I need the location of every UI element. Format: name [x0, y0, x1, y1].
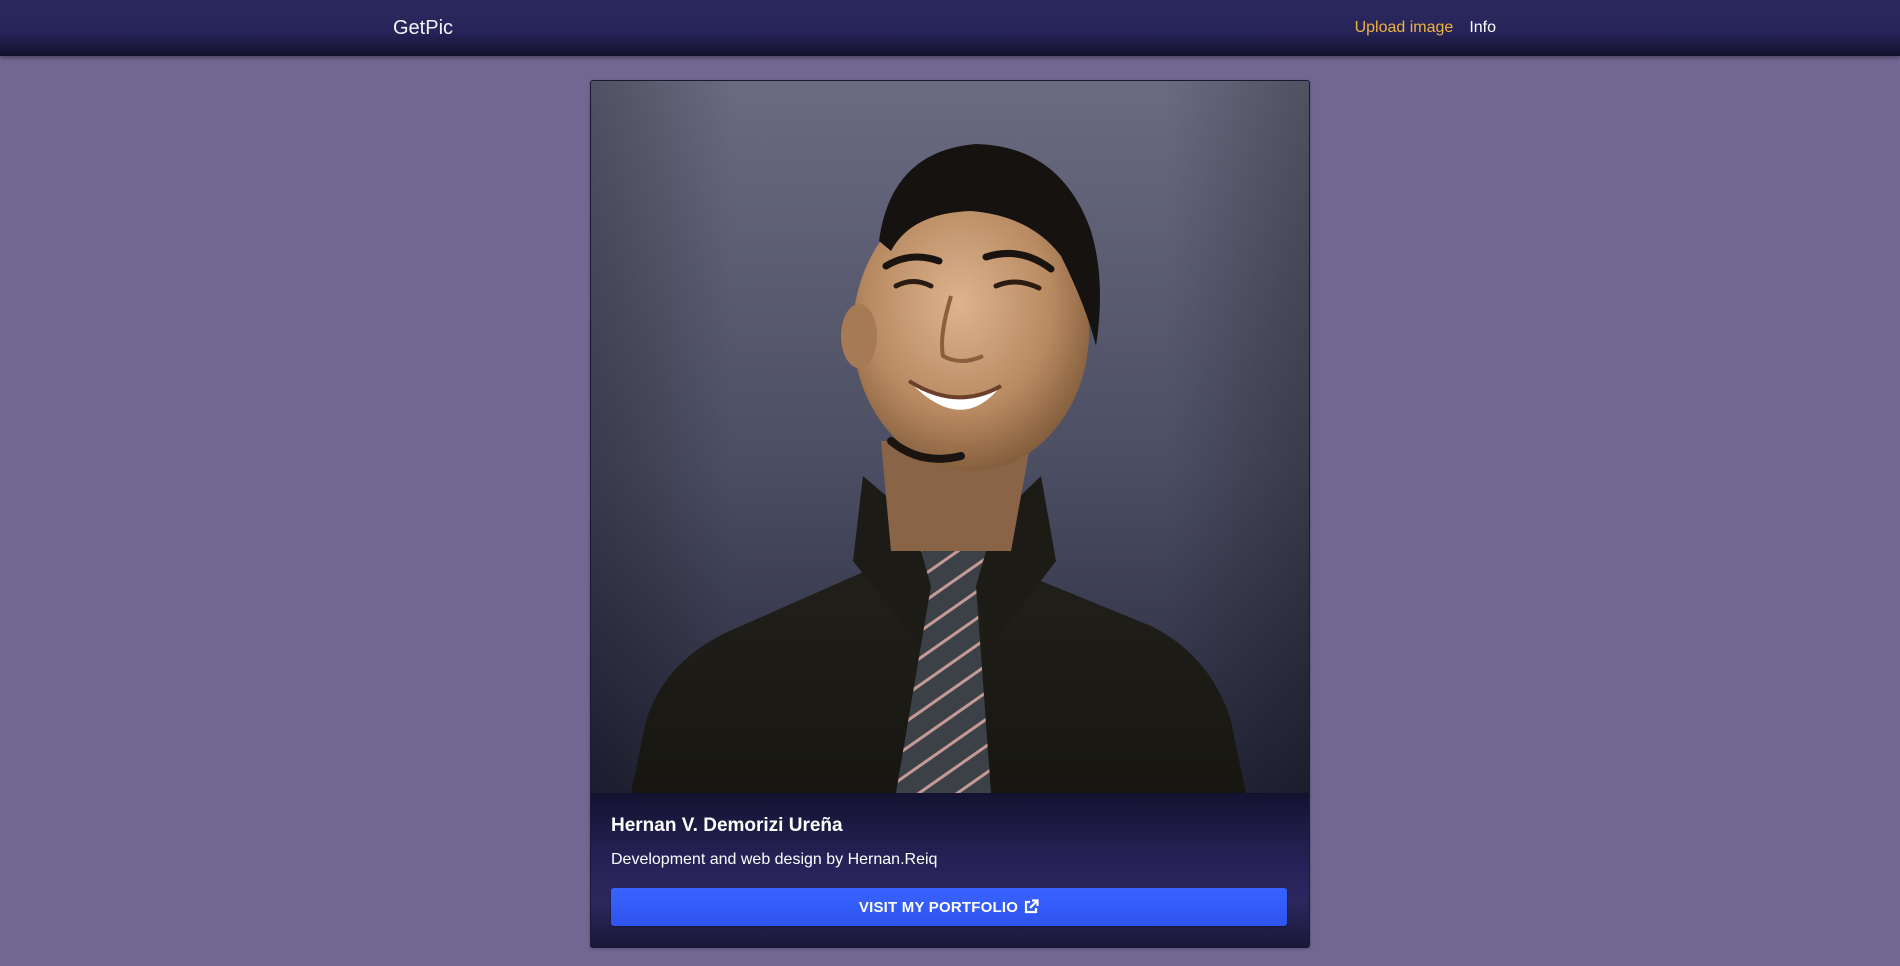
- card-body: Hernan V. Demorizi Ureña Development and…: [591, 793, 1309, 947]
- card-title: Hernan V. Demorizi Ureña: [611, 815, 843, 836]
- top-navbar: GetPic Upload image Info: [0, 0, 1900, 56]
- nav-links: Upload image Info: [1355, 19, 1496, 37]
- nav-link-upload-image[interactable]: Upload image: [1355, 19, 1454, 37]
- profile-photo: [591, 81, 1309, 793]
- profile-card: Hernan V. Demorizi Ureña Development and…: [590, 80, 1310, 948]
- brand-logo-link[interactable]: GetPic: [393, 17, 453, 39]
- visit-portfolio-button[interactable]: VISIT MY PORTFOLIO: [611, 888, 1287, 926]
- portfolio-button-label: VISIT MY PORTFOLIO: [858, 898, 1019, 916]
- external-link-icon: [1023, 899, 1039, 915]
- nav-link-info[interactable]: Info: [1469, 19, 1496, 37]
- portrait-image: [591, 81, 1309, 793]
- card-description: Development and web design by Hernan.Rei…: [611, 851, 938, 868]
